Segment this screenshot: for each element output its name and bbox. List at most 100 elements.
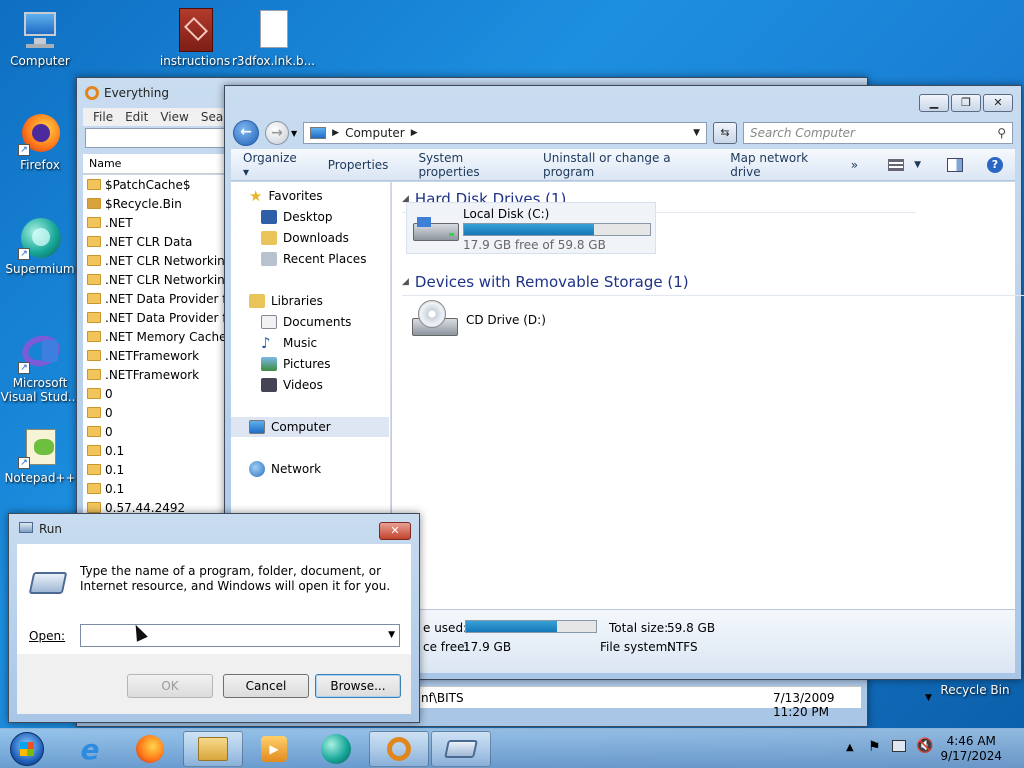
nav-downloads[interactable]: Downloads: [231, 228, 389, 248]
nav-favorites[interactable]: ★ Favorites: [231, 186, 389, 206]
nav-network[interactable]: Network: [231, 459, 389, 479]
explorer-titlebar[interactable]: ▁ ❐ ✕: [225, 86, 1021, 118]
desktop-icon-notepadpp[interactable]: ↗ Notepad++: [0, 425, 80, 485]
list-item[interactable]: .NET Data Provider for: [83, 308, 229, 327]
minimize-button[interactable]: ▁: [919, 94, 949, 112]
taskbar-firefox[interactable]: [120, 731, 180, 767]
run-dialog[interactable]: Run ✕ Type the name of a program, folder…: [8, 513, 420, 723]
run-titlebar[interactable]: Run: [9, 514, 419, 544]
refresh-button[interactable]: ⇆: [713, 122, 737, 144]
desktop-icon-recycle-bin[interactable]: Recycle Bin: [935, 683, 1015, 697]
close-button[interactable]: ✕: [379, 522, 411, 540]
search-icon[interactable]: ⚲: [997, 126, 1006, 140]
address-dropdown-icon[interactable]: ▼: [693, 128, 700, 138]
group-header-removable-storage[interactable]: ◢ Devices with Removable Storage (1): [402, 273, 1024, 296]
breadcrumb-computer[interactable]: Computer: [345, 126, 405, 140]
nav-videos[interactable]: Videos: [231, 375, 389, 395]
address-bar[interactable]: ▶ Computer ▶ ▼: [303, 122, 707, 144]
drive-name: CD Drive (D:): [466, 313, 546, 327]
start-button[interactable]: [2, 731, 52, 767]
list-item[interactable]: .NET CLR Data: [83, 232, 229, 251]
nav-computer[interactable]: Computer: [231, 417, 389, 437]
list-item[interactable]: .NET CLR Networking 4: [83, 270, 229, 289]
nav-recent-places[interactable]: Recent Places: [231, 249, 389, 269]
hard-disk-icon: [411, 207, 459, 247]
open-combobox[interactable]: ▼: [80, 624, 400, 647]
list-item[interactable]: .NET Data Provider for: [83, 289, 229, 308]
list-item[interactable]: .NETFramework: [83, 365, 229, 384]
taskbar-supermium[interactable]: [306, 731, 366, 767]
show-hidden-icons-icon[interactable]: ▲: [846, 742, 854, 753]
breadcrumb-separator-icon[interactable]: ▶: [411, 128, 418, 138]
forward-button[interactable]: →: [265, 121, 289, 145]
list-item[interactable]: $Recycle.Bin: [83, 194, 229, 213]
list-item[interactable]: 0: [83, 422, 229, 441]
nav-desktop[interactable]: Desktop: [231, 207, 389, 227]
back-button[interactable]: ←: [233, 120, 259, 146]
list-item[interactable]: $PatchCache$: [83, 175, 229, 194]
taskbar-internet-explorer[interactable]: e: [60, 731, 120, 767]
system-properties-button[interactable]: System properties: [418, 151, 513, 179]
nav-documents[interactable]: Documents: [231, 312, 389, 332]
taskbar-media-player[interactable]: ▶: [244, 731, 304, 767]
breadcrumb-separator-icon[interactable]: ▶: [332, 128, 339, 138]
list-item[interactable]: 0: [83, 403, 229, 422]
taskbar-everything[interactable]: [369, 731, 429, 767]
chevron-down-icon[interactable]: ▼: [914, 160, 921, 170]
desktop-icon-instructions[interactable]: instructions: [155, 8, 235, 68]
list-item[interactable]: .NET: [83, 213, 229, 232]
properties-button[interactable]: Properties: [328, 158, 389, 172]
search-input[interactable]: Search Computer ⚲: [743, 122, 1013, 144]
desktop-icon-computer[interactable]: Computer: [0, 8, 80, 68]
view-options-icon[interactable]: [888, 158, 905, 171]
action-center-flag-icon[interactable]: ⚑: [868, 739, 881, 755]
more-commands-button[interactable]: »: [851, 158, 858, 172]
organize-button[interactable]: Organize ▾: [243, 151, 298, 179]
nav-music[interactable]: ♪ Music: [231, 333, 389, 353]
drive-local-disk-c[interactable]: Local Disk (C:) 17.9 GB free of 59.8 GB: [406, 202, 656, 254]
menu-edit[interactable]: Edit: [125, 110, 148, 124]
list-item[interactable]: .NETFramework: [83, 346, 229, 365]
desktop-icon-r3dfox[interactable]: r3dfox.lnk.b...: [232, 8, 315, 68]
chevron-down-icon[interactable]: ▼: [291, 129, 297, 138]
desktop-icon-supermium[interactable]: ↗ Supermium: [0, 216, 80, 276]
browse-button[interactable]: Browse...: [315, 674, 401, 698]
table-row[interactable]: nf\BITS 7/13/2009 11:20 PM ▼: [417, 686, 932, 719]
menu-view[interactable]: View: [160, 110, 188, 124]
network-tray-icon[interactable]: [892, 740, 906, 752]
content-pane[interactable]: ◢ Hard Disk Drives (1) Local Disk (C:) 1…: [392, 182, 1024, 609]
cancel-button[interactable]: Cancel: [223, 674, 309, 698]
taskbar-clock[interactable]: 4:46 AM 9/17/2024: [940, 734, 1002, 764]
list-item[interactable]: 0.1: [83, 460, 229, 479]
desktop-icon-visual-studio[interactable]: ↗ Microsoft Visual Stud...: [0, 330, 80, 404]
folder-icon: [87, 483, 101, 494]
uninstall-program-button[interactable]: Uninstall or change a program: [543, 151, 700, 179]
map-network-drive-button[interactable]: Map network drive: [730, 151, 827, 179]
column-header-name[interactable]: Name: [83, 154, 229, 174]
list-item[interactable]: 0.1: [83, 441, 229, 460]
taskbar-run[interactable]: [431, 731, 491, 767]
drive-cd-d[interactable]: CD Drive (D:): [406, 294, 656, 346]
menu-file[interactable]: File: [93, 110, 113, 124]
volume-muted-icon[interactable]: 🔇: [916, 738, 933, 754]
ok-button[interactable]: OK: [127, 674, 213, 698]
help-icon[interactable]: ?: [987, 156, 1003, 173]
folder-icon: [198, 737, 228, 761]
shortcut-arrow-icon: ↗: [18, 144, 30, 156]
space-used-label: e used:: [423, 621, 468, 635]
collapse-triangle-icon[interactable]: ◢: [402, 277, 409, 287]
maximize-button[interactable]: ❐: [951, 94, 981, 112]
list-item[interactable]: .NET CLR Networking: [83, 251, 229, 270]
list-item[interactable]: 0.1: [83, 479, 229, 498]
close-button[interactable]: ✕: [983, 94, 1013, 112]
list-item[interactable]: 0: [83, 384, 229, 403]
taskbar-explorer[interactable]: [183, 731, 243, 767]
nav-pictures[interactable]: Pictures: [231, 354, 389, 374]
chevron-down-icon[interactable]: ▼: [388, 630, 395, 640]
desktop-icon-firefox[interactable]: ↗ Firefox: [0, 112, 80, 172]
list-item[interactable]: .NET Memory Cache 4: [83, 327, 229, 346]
preview-pane-icon[interactable]: [947, 157, 963, 172]
media-player-icon: ▶: [261, 736, 287, 762]
nav-libraries[interactable]: Libraries: [231, 291, 389, 311]
scroll-down-arrow-icon[interactable]: ▼: [925, 693, 932, 703]
